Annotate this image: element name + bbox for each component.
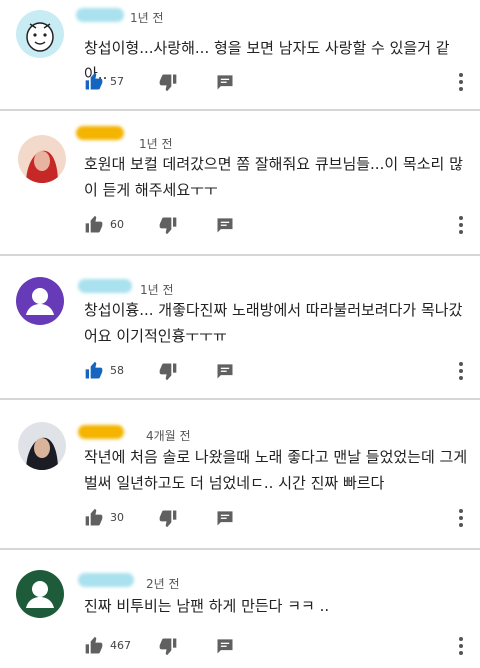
dislike-button[interactable] xyxy=(158,508,178,528)
vertical-dots-icon xyxy=(459,637,463,655)
more-options-button[interactable] xyxy=(458,361,464,381)
thumbs-up-icon xyxy=(85,361,103,379)
like-count: 467 xyxy=(110,639,131,652)
avatar[interactable] xyxy=(16,570,64,618)
avatar[interactable] xyxy=(18,422,66,470)
author-name-redacted[interactable] xyxy=(78,573,134,587)
reply-icon xyxy=(217,218,233,233)
reply-button[interactable] xyxy=(215,72,235,92)
thumbs-down-icon xyxy=(159,74,177,92)
like-button[interactable] xyxy=(84,215,104,235)
comment-item: 1년 전창섭이흉... 개좋다진짜 노래방에서 따라불러보려다가 목나갔어요 이… xyxy=(0,257,480,398)
comment-item: 1년 전호원대 보컬 데려갔으면 쫌 잘해줘요 큐브님들...이 목소리 많이 … xyxy=(0,111,480,254)
comment-text: 작년에 처음 솔로 나왔을때 노래 좋다고 맨날 들었었는데 그게 벌써 일년하… xyxy=(84,448,468,492)
thumbs-down-icon xyxy=(159,510,177,528)
more-options-button[interactable] xyxy=(458,636,464,656)
author-name-redacted[interactable] xyxy=(76,8,124,22)
comment-item: 1년 전 창섭이형...사랑해... 형을 보면 남자도 사랑할 수 있을거 같아… xyxy=(0,0,480,109)
reply-icon xyxy=(217,511,233,526)
comment-actions: 57 xyxy=(84,72,480,100)
vertical-dots-icon xyxy=(459,216,463,234)
comment-item: 4개월 전작년에 처음 솔로 나왔을때 노래 좋다고 맨날 들었었는데 그게 벌… xyxy=(0,400,480,548)
vertical-dots-icon xyxy=(459,73,463,91)
thumbs-up-icon xyxy=(85,636,103,654)
reply-button[interactable] xyxy=(215,361,235,381)
comment-divider xyxy=(0,254,480,256)
dislike-button[interactable] xyxy=(158,361,178,381)
like-button[interactable] xyxy=(84,72,104,92)
dislike-button[interactable] xyxy=(158,72,178,92)
default-avatar-icon xyxy=(16,570,64,618)
author-name-redacted[interactable] xyxy=(78,279,132,293)
dislike-button[interactable] xyxy=(158,636,178,656)
avatar[interactable] xyxy=(16,277,64,325)
comment-timestamp: 4개월 전 xyxy=(146,429,191,443)
comment-actions: 58 xyxy=(84,361,480,389)
thumbs-down-icon xyxy=(159,638,177,656)
reply-button[interactable] xyxy=(215,508,235,528)
dislike-button[interactable] xyxy=(158,215,178,235)
like-button[interactable] xyxy=(84,361,104,381)
avatar[interactable] xyxy=(16,10,64,58)
reply-icon xyxy=(217,75,233,90)
thumbs-down-icon xyxy=(159,363,177,381)
comment-timestamp: 1년 전 xyxy=(130,11,164,25)
vertical-dots-icon xyxy=(459,362,463,380)
author-name-redacted[interactable] xyxy=(76,126,124,140)
cartoon-avatar-icon xyxy=(16,10,64,58)
comment-actions: 60 xyxy=(84,215,480,243)
comment-item: 2년 전진짜 비투비는 남팬 하게 만든다 ㅋㅋ .. 467 xyxy=(0,550,480,668)
thumbs-down-icon xyxy=(159,217,177,235)
reply-button[interactable] xyxy=(215,215,235,235)
avatar[interactable] xyxy=(18,135,66,183)
reply-icon xyxy=(217,639,233,654)
thumbs-up-icon xyxy=(85,508,103,526)
comment-text: 창섭이흉... 개좋다진짜 노래방에서 따라불러보려다가 목나갔어요 이기적인흉… xyxy=(84,301,463,345)
more-options-button[interactable] xyxy=(458,508,464,528)
like-count: 57 xyxy=(110,75,124,88)
like-count: 60 xyxy=(110,218,124,231)
comment-timestamp: 1년 전 xyxy=(140,283,174,297)
more-options-button[interactable] xyxy=(458,72,464,92)
thumbs-up-icon xyxy=(85,72,103,90)
photo-avatar-icon xyxy=(18,422,66,470)
comment-actions: 467 xyxy=(84,636,480,664)
author-name-redacted[interactable] xyxy=(78,425,124,439)
more-options-button[interactable] xyxy=(458,215,464,235)
reply-icon xyxy=(217,364,233,379)
comment-text: 호원대 보컬 데려갔으면 쫌 잘해줘요 큐브님들...이 목소리 많이 듣게 해… xyxy=(84,155,463,199)
comment-timestamp: 2년 전 xyxy=(146,577,180,591)
like-button[interactable] xyxy=(84,636,104,656)
thumbs-up-icon xyxy=(85,215,103,233)
like-button[interactable] xyxy=(84,508,104,528)
default-avatar-icon xyxy=(16,277,64,325)
comment-timestamp: 1년 전 xyxy=(139,137,173,151)
like-count: 30 xyxy=(110,511,124,524)
like-count: 58 xyxy=(110,364,124,377)
vertical-dots-icon xyxy=(459,509,463,527)
comment-text: 진짜 비투비는 남팬 하게 만든다 ㅋㅋ .. xyxy=(84,597,330,615)
reply-button[interactable] xyxy=(215,636,235,656)
comment-actions: 30 xyxy=(84,508,480,536)
photo-avatar-icon xyxy=(18,135,66,183)
